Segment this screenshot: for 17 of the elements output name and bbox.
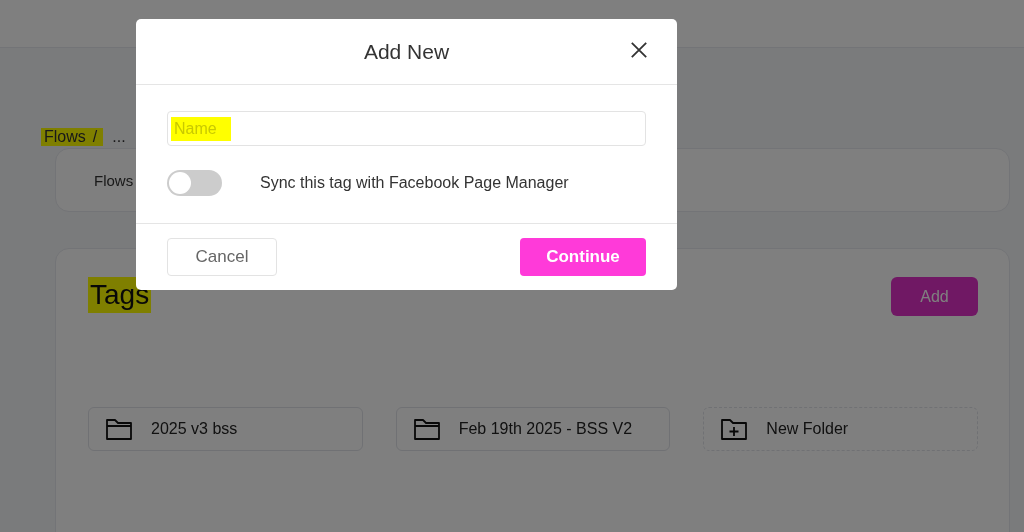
- folder-item[interactable]: Feb 19th 2025 - BSS V2: [395, 407, 671, 451]
- folder-icon: [105, 417, 133, 441]
- add-button[interactable]: Add: [891, 277, 978, 316]
- folder-plus-icon: [720, 417, 749, 441]
- folder-item[interactable]: 2025 v3 bss: [88, 407, 363, 451]
- folder-icon: [412, 417, 441, 441]
- cancel-button[interactable]: Cancel: [167, 238, 277, 276]
- flows-label[interactable]: Flows: [94, 171, 134, 189]
- breadcrumb-link[interactable]: Flows: [41, 128, 89, 146]
- dialog-title: Add New: [363, 39, 450, 64]
- sync-label: Sync this tag with Facebook Page Manager: [260, 174, 569, 192]
- tags-title: Tags: [88, 277, 152, 313]
- folder-item[interactable]: New Folder: [703, 407, 978, 451]
- continue-button[interactable]: Continue: [520, 238, 646, 276]
- close-icon[interactable]: [630, 41, 648, 59]
- breadcrumb-link[interactable]: ...: [109, 128, 129, 146]
- sync-toggle[interactable]: [167, 170, 222, 196]
